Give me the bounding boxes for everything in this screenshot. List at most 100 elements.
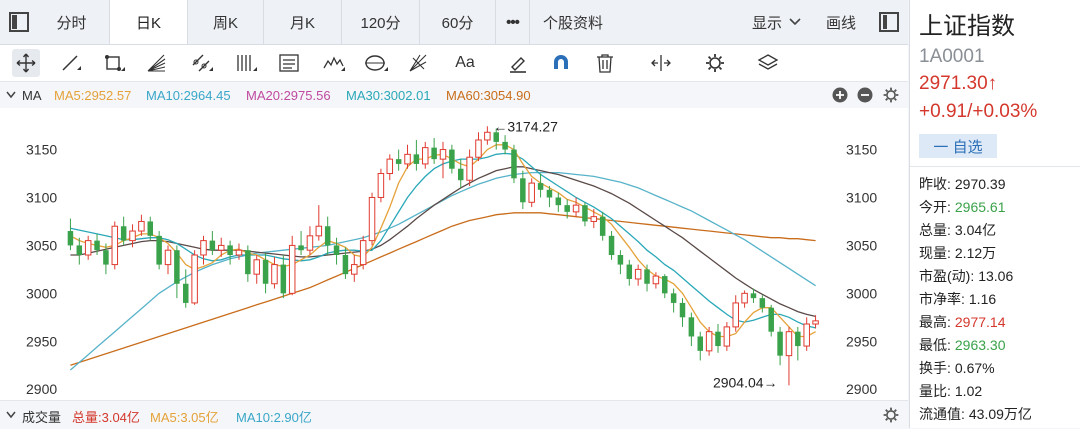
wave-tool-icon[interactable]	[320, 49, 348, 77]
remove-indicator-icon[interactable]	[857, 87, 873, 103]
candle-body-down	[546, 189, 553, 198]
quote-stat-label: 现量:	[919, 245, 951, 261]
candle-body-down	[679, 302, 686, 318]
rectangle-tool-icon[interactable]	[100, 49, 128, 77]
quote-stat-label: 市盈(动):	[919, 268, 975, 284]
quote-stat-value: 2.12万	[954, 245, 997, 261]
gann-tool-icon[interactable]	[405, 49, 433, 77]
text-tool-icon[interactable]: Aa	[450, 49, 480, 77]
magnet-icon[interactable]	[547, 49, 575, 77]
quote-stat-value: 43.09万亿	[968, 406, 1032, 422]
more-periods-button[interactable]: •••	[496, 0, 530, 44]
panel-toggle-icon[interactable]	[876, 9, 902, 35]
candle-body-up	[422, 147, 429, 165]
line-tool-icon[interactable]	[57, 49, 85, 77]
candle-body-down	[76, 245, 83, 255]
sidebar-toggle-icon[interactable]	[6, 9, 32, 35]
quote-stat-value: 0.67%	[954, 360, 995, 376]
split-view-icon[interactable]	[647, 49, 675, 77]
candle-body-down	[795, 331, 801, 347]
ma10-line	[70, 152, 816, 329]
channel-tool-icon[interactable]	[188, 49, 216, 77]
candle-body-up	[315, 225, 323, 237]
ma30-line	[69, 171, 816, 371]
candle-body-down	[94, 240, 100, 251]
candle-body-down	[298, 245, 304, 251]
text-note-tool-icon[interactable]	[275, 49, 303, 77]
ma60-value: MA60:3054.90	[446, 88, 531, 103]
tab-weekly-k[interactable]: 周K	[188, 0, 264, 44]
quote-stat-row: 量比: 1.02	[919, 381, 982, 401]
candle-body-down	[209, 240, 216, 251]
candle-body-up	[377, 173, 385, 198]
candle-body-down	[333, 245, 340, 255]
candle-body-down	[599, 216, 606, 236]
candle-body-up	[705, 331, 713, 352]
move-cursor-icon[interactable]	[12, 49, 40, 77]
quote-stat-value: 3.04亿	[954, 222, 997, 238]
candle-body-up	[359, 240, 367, 266]
y-tick-label-right: 3000	[846, 285, 877, 301]
gear-icon[interactable]	[882, 86, 900, 104]
chevron-down-icon	[789, 18, 801, 26]
gear-icon[interactable]	[701, 49, 729, 77]
ma10-value: MA10:2964.45	[146, 88, 231, 103]
candle-body-down	[582, 205, 588, 222]
y-tick-label-right: 3050	[846, 237, 877, 253]
last-price: 2971.30↑	[919, 73, 998, 94]
candle-body-up	[191, 254, 198, 304]
candle-body-up	[129, 230, 136, 242]
candle-body-up	[84, 240, 92, 256]
add-indicator-icon[interactable]	[832, 87, 848, 103]
quote-stat-label: 换手:	[919, 360, 951, 376]
candle-body-up	[466, 156, 473, 181]
tab-120min[interactable]: 120分	[342, 0, 420, 44]
tab-daily-k[interactable]: 日K	[110, 0, 188, 44]
chevron-down-icon[interactable]	[6, 411, 16, 419]
ellipse-tool-icon[interactable]	[362, 49, 390, 77]
chevron-down-icon[interactable]	[6, 91, 16, 99]
trash-icon[interactable]	[591, 49, 619, 77]
layers-icon[interactable]	[754, 49, 782, 77]
volume-legend-bar: 成交量 总量:3.04亿 MA5:3.05亿 MA10:2.90亿	[0, 400, 908, 429]
volume-indicator-label[interactable]: 成交量	[22, 407, 61, 426]
ma-indicator-label[interactable]: MA	[22, 88, 42, 103]
volume-total: 总量:3.04亿	[72, 410, 140, 425]
quote-stat-label: 最低:	[919, 337, 951, 353]
vertical-lines-tool-icon[interactable]	[232, 49, 260, 77]
kline-chart[interactable]: 3150 3150 3100 3100 3050 3050 3000 3000 2950 2950…	[0, 108, 908, 400]
candle-body-down	[280, 264, 287, 294]
gear-icon[interactable]	[882, 406, 900, 424]
quote-stat-row: 现量: 2.12万	[919, 243, 996, 263]
quote-stat-label: 今开:	[919, 199, 951, 215]
candle-body-up	[253, 259, 260, 275]
candle-body-up	[351, 264, 358, 275]
add-to-watchlist-button[interactable]: 一 自选	[919, 134, 997, 158]
candle-body-down	[626, 264, 633, 279]
tab-intraday[interactable]: 分时	[34, 0, 110, 44]
fan-lines-tool-icon[interactable]	[143, 49, 171, 77]
candle-body-up	[138, 220, 145, 232]
candle-body-down	[662, 276, 668, 294]
tab-stock-profile[interactable]: 个股资料	[530, 0, 616, 44]
candle-body-up	[235, 249, 243, 256]
candle-body-down	[688, 317, 695, 337]
display-menu[interactable]: 显示	[752, 0, 802, 44]
tab-monthly-k[interactable]: 月K	[264, 0, 342, 44]
quote-stat-row: 流通值: 43.09万亿	[919, 404, 1032, 424]
candle-body-up	[271, 264, 278, 285]
candle-body-down	[342, 255, 349, 275]
candle-body-down	[564, 205, 570, 212]
candle-body-up	[652, 275, 660, 285]
drawing-toolbar: Aa	[0, 45, 908, 82]
draw-line-button[interactable]: 画线	[826, 0, 856, 44]
pen-tool-icon[interactable]	[504, 49, 532, 77]
tab-60min[interactable]: 60分	[420, 0, 496, 44]
candle-body-up	[528, 182, 535, 203]
quote-panel: 上证指数 1A0001 2971.30↑ +0.91/+0.03% 一 自选 昨…	[909, 0, 1080, 428]
candle-body-up	[484, 131, 491, 141]
ma-legend-bar: MA MA5:2952.57 MA10:2964.45 MA20:2975.56…	[0, 82, 908, 109]
candle-body-down	[777, 331, 783, 356]
candle-body-down	[156, 235, 162, 265]
candle-body-down	[457, 168, 464, 181]
